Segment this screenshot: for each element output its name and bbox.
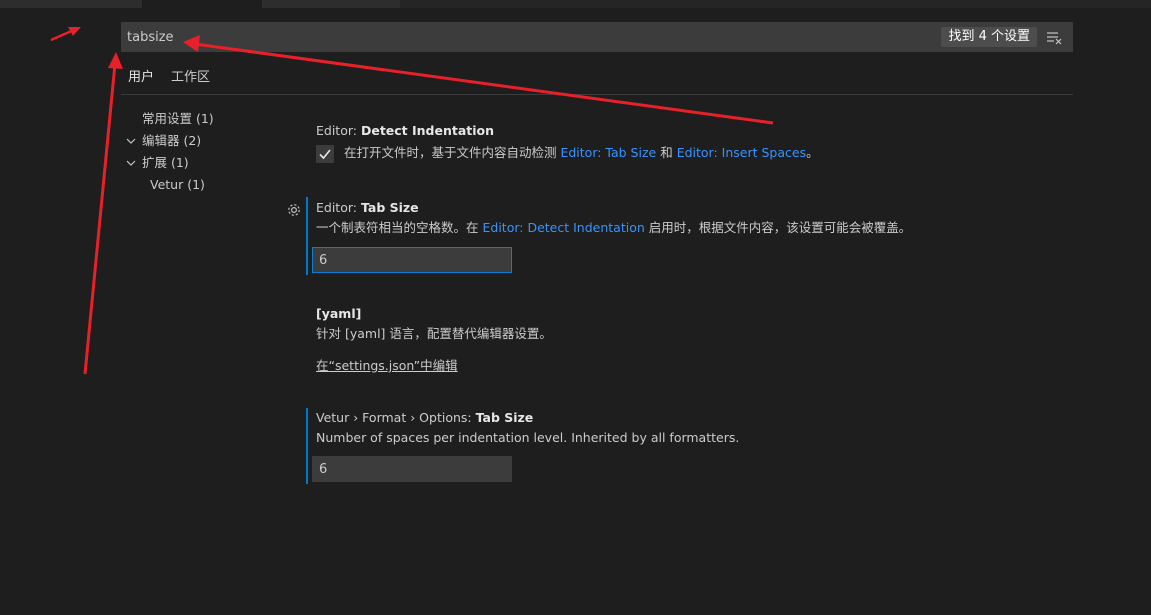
- setting-editor-tab-size: Editor: Tab Size 一个制表符相当的空格数。在 Editor: D…: [288, 197, 1068, 275]
- setting-category: Editor:: [316, 200, 361, 215]
- detect-indentation-checkbox[interactable]: [316, 144, 334, 163]
- toc-item-label: 编辑器 (2): [142, 133, 202, 148]
- settings-search-bar: 找到 4 个设置: [121, 22, 1073, 52]
- chevron-down-icon: [126, 138, 136, 144]
- toc-item-vetur[interactable]: Vetur (1): [121, 174, 281, 196]
- setting-vetur-tab-size: Vetur › Format › Options: Tab Size Numbe…: [306, 408, 1068, 484]
- link-editor-insert-spaces[interactable]: Editor: Insert Spaces: [677, 145, 806, 160]
- link-editor-detect-indentation[interactable]: Editor: Detect Indentation: [482, 220, 644, 235]
- setting-title: Editor: Detect Indentation: [316, 121, 1066, 141]
- chevron-down-icon: [126, 160, 136, 166]
- setting-detect-indentation: Editor: Detect Indentation 在打开文件时，基于文件内容…: [306, 121, 1066, 163]
- setting-name: Detect Indentation: [360, 123, 495, 138]
- annotation-arrow: [50, 27, 81, 42]
- gear-icon[interactable]: [286, 202, 302, 218]
- setting-name: Tab Size: [475, 410, 534, 425]
- setting-description: 针对 [yaml] 语言，配置替代编辑器设置。: [316, 326, 552, 341]
- setting-description: 。: [806, 145, 819, 160]
- setting-yaml: [yaml] 针对 [yaml] 语言，配置替代编辑器设置。 在“setting…: [306, 304, 1066, 376]
- setting-description-row: 一个制表符相当的空格数。在 Editor: Detect Indentation…: [306, 218, 1068, 238]
- annotation-arrow: [83, 52, 123, 375]
- setting-name: Tab Size: [360, 200, 419, 215]
- tabs-divider: [121, 94, 1073, 95]
- search-result-count: 找到 4 个设置: [941, 27, 1037, 47]
- setting-category: Vetur › Format › Options:: [316, 410, 476, 425]
- settings-toc: 常用设置 (1) 编辑器 (2) 扩展 (1) Vetur (1): [121, 108, 281, 196]
- editor-tab[interactable]: [262, 0, 400, 8]
- setting-category: Editor:: [316, 123, 361, 138]
- setting-description: 和: [656, 145, 677, 160]
- editor-tab-size-input[interactable]: [312, 247, 512, 273]
- toc-item-label: Vetur (1): [150, 177, 205, 192]
- setting-description: 在打开文件时，基于文件内容自动检测: [343, 145, 561, 160]
- tab-workspace[interactable]: 工作区: [171, 62, 215, 94]
- editor-tab[interactable]: [0, 0, 142, 8]
- tab-user[interactable]: 用户: [121, 62, 161, 95]
- setting-title: [yaml]: [316, 304, 1066, 324]
- setting-description: 启用时，根据文件内容，该设置可能会被覆盖。: [644, 220, 912, 235]
- toc-item-extensions[interactable]: 扩展 (1): [121, 152, 281, 174]
- settings-search-input[interactable]: [121, 22, 933, 52]
- toc-item-label: 常用设置 (1): [142, 111, 214, 126]
- check-icon: [319, 148, 331, 159]
- link-editor-tab-size[interactable]: Editor: Tab Size: [560, 145, 656, 160]
- setting-title: Editor: Tab Size: [316, 198, 1068, 218]
- edit-in-settings-json-link[interactable]: 在“settings.json”中编辑: [316, 358, 458, 373]
- setting-description: 一个制表符相当的空格数。在: [316, 220, 483, 235]
- edit-in-settings-json-row: 在“settings.json”中编辑: [316, 356, 1066, 376]
- editor-tab-strip: [0, 0, 1151, 8]
- toc-item-common[interactable]: 常用设置 (1): [121, 108, 281, 130]
- setting-title: Vetur › Format › Options: Tab Size: [316, 408, 1068, 428]
- settings-page: 找到 4 个设置 用户 工作区 常用设置 (1) 编辑器 (2) 扩展 (1): [0, 0, 1151, 615]
- vetur-tab-size-input[interactable]: [312, 456, 512, 482]
- setting-description-row: 在打开文件时，基于文件内容自动检测 Editor: Tab Size 和 Edi…: [316, 143, 1066, 163]
- editor-tab-active[interactable]: [142, 0, 262, 8]
- toc-item-editor[interactable]: 编辑器 (2): [121, 130, 281, 152]
- toc-item-label: 扩展 (1): [142, 155, 189, 170]
- clear-filter-icon[interactable]: [1045, 28, 1063, 46]
- setting-description: Number of spaces per indentation level. …: [316, 430, 740, 445]
- setting-name: [yaml]: [316, 306, 362, 321]
